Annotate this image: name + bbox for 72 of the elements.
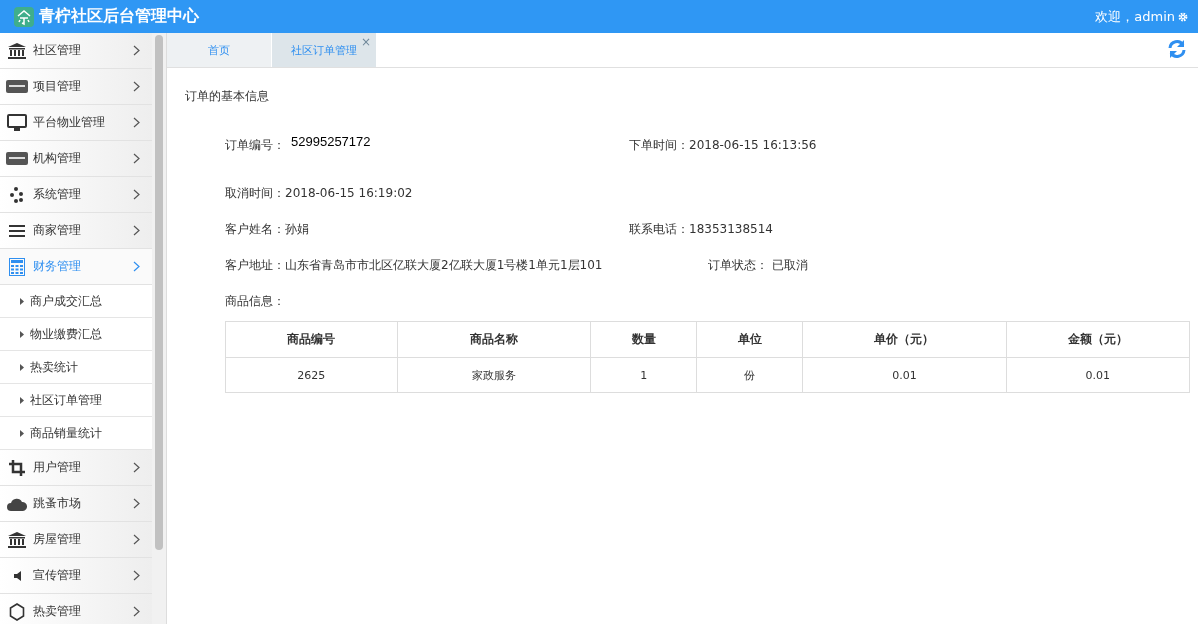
crop-icon	[9, 459, 25, 476]
field-label: 客户姓名：	[225, 222, 285, 236]
caret-icon	[20, 330, 24, 338]
menu-item[interactable]: 机构管理	[0, 141, 152, 177]
menu-item[interactable]: 用户管理	[0, 450, 152, 486]
scrollbar[interactable]	[152, 33, 167, 624]
table-cell: 0.01	[1006, 357, 1190, 393]
menu-item[interactable]: 系统管理	[0, 177, 152, 213]
chevron-icon	[133, 189, 140, 200]
column-header: 商品编号	[225, 321, 398, 358]
welcome-text: 欢迎，admin	[1095, 7, 1175, 26]
column-header: 金额（元）	[1006, 321, 1190, 358]
field-label: 客户地址：	[225, 258, 285, 272]
chevron-icon	[133, 45, 140, 56]
menu-item[interactable]: 平台物业管理	[0, 105, 152, 141]
chevron-icon	[133, 498, 140, 509]
cloud-icon	[7, 496, 27, 511]
field-value: 山东省青岛市市北区亿联大厦2亿联大厦1号楼1单元1层101	[285, 258, 603, 272]
field-label: 联系电话：	[629, 222, 689, 236]
bank-icon	[7, 530, 27, 549]
chevron-icon	[133, 534, 140, 545]
column-header: 单价（元）	[802, 321, 1007, 358]
table-cell: 份	[696, 357, 803, 393]
speaker-icon	[12, 569, 22, 582]
menu-item[interactable]: 商家管理	[0, 213, 152, 249]
chevron-icon	[133, 261, 140, 272]
field-label: 下单时间：	[629, 138, 689, 152]
column-header: 单位	[696, 321, 803, 358]
card-icon	[6, 80, 28, 93]
monitor-icon	[7, 113, 27, 132]
logo-icon	[14, 6, 34, 27]
menu-item[interactable]: 项目管理	[0, 69, 152, 105]
field-label: 订单编号：	[225, 138, 285, 152]
refresh-icon[interactable]	[1167, 39, 1187, 59]
menu-item[interactable]: 社区管理	[0, 33, 152, 69]
field-value: 2018-06-15 16:19:02	[285, 186, 413, 200]
menu-item[interactable]: 房屋管理	[0, 522, 152, 558]
gear-icon	[8, 602, 26, 621]
calculator-icon	[9, 257, 25, 276]
table-cell: 1	[590, 357, 697, 393]
menu-icon	[9, 223, 25, 238]
chevron-icon	[133, 570, 140, 581]
chevron-icon	[133, 153, 140, 164]
bank-icon	[7, 41, 27, 60]
chevron-icon	[133, 606, 140, 617]
chevron-icon	[133, 225, 140, 236]
column-header: 数量	[590, 321, 697, 358]
caret-icon	[20, 396, 24, 404]
card-icon	[6, 152, 28, 165]
field-value: 已取消	[772, 258, 808, 272]
app-title: 青柠社区后台管理中心	[39, 6, 199, 27]
table-cell: 2625	[225, 357, 398, 393]
caret-icon	[20, 363, 24, 371]
field-value: 孙娟	[285, 222, 309, 236]
field-label: 订单状态：	[708, 258, 768, 272]
field-value: 18353138514	[689, 222, 773, 236]
field-label: 取消时间：	[225, 186, 285, 200]
menu-item[interactable]: 跳蚤市场	[0, 486, 152, 522]
settings-icon[interactable]	[1178, 11, 1188, 22]
table-cell: 0.01	[802, 357, 1007, 393]
field-value: 2018-06-15 16:13:56	[689, 138, 817, 152]
column-header: 商品名称	[397, 321, 591, 358]
caret-icon	[20, 297, 24, 305]
section-title: 订单的基本信息	[185, 88, 270, 105]
chevron-icon	[133, 81, 140, 92]
field-value: 52995257172	[291, 134, 371, 149]
caret-icon	[20, 429, 24, 437]
field-label: 商品信息：	[225, 294, 285, 308]
chevron-icon	[133, 117, 140, 128]
chevron-icon	[133, 462, 140, 473]
table-cell: 家政服务	[397, 357, 591, 393]
menu-item[interactable]: 宣传管理	[0, 558, 152, 594]
